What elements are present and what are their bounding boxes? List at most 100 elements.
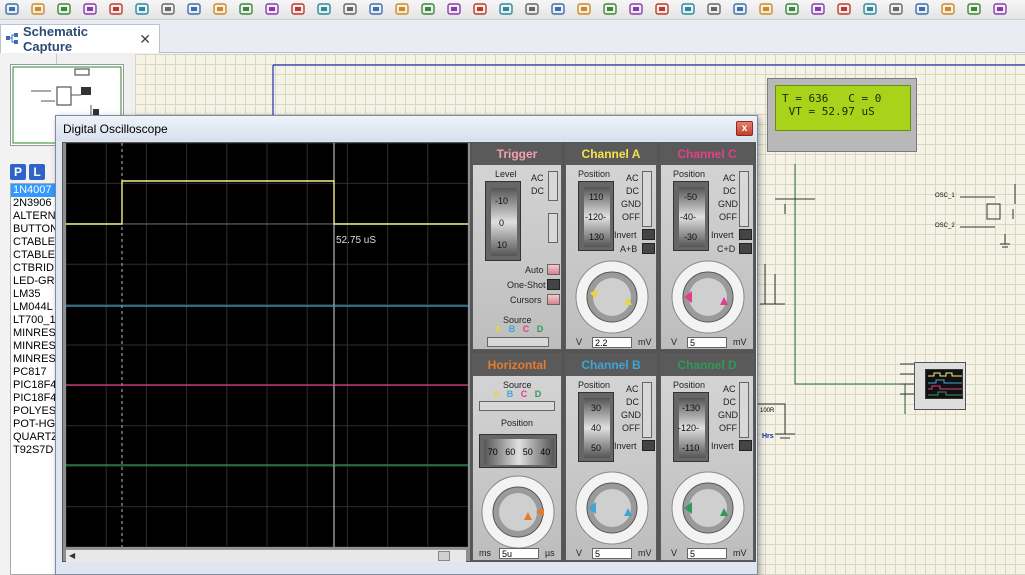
channel-a-coupling-switch[interactable]	[642, 171, 652, 227]
make-device-icon[interactable]	[784, 1, 800, 17]
copy-icon[interactable]	[602, 1, 618, 17]
device-list-item[interactable]: LT700_1	[11, 314, 56, 327]
pan-icon[interactable]	[394, 1, 410, 17]
device-list-item[interactable]: POT-HG	[11, 418, 56, 431]
channel-b-volts-knob[interactable]	[570, 466, 654, 546]
device-list-item[interactable]: PC817	[11, 366, 56, 379]
device-list-item[interactable]: 1N4007	[11, 184, 56, 197]
channel-c-combine-button[interactable]	[739, 243, 752, 254]
exit-icon[interactable]	[992, 1, 1008, 17]
device-list-item[interactable]: CTBRID	[11, 262, 56, 275]
gerber-icon[interactable]	[264, 1, 280, 17]
library-manager-button[interactable]: L	[29, 164, 45, 180]
horizontal-position-wheel[interactable]: 70 60 50 40	[479, 434, 557, 468]
channel-a-volts-knob[interactable]	[570, 255, 654, 335]
device-list-item[interactable]: LM35	[11, 288, 56, 301]
origin-icon[interactable]	[368, 1, 384, 17]
device-list-item[interactable]: T92S7D	[11, 444, 56, 457]
decompose-icon[interactable]	[836, 1, 852, 17]
component-icon[interactable]	[108, 1, 124, 17]
channel-c-position-wheel[interactable]: -50 -40- -30	[673, 181, 709, 251]
open-icon[interactable]	[4, 1, 20, 17]
device-list-item[interactable]: MINRES	[11, 353, 56, 366]
device-list-item[interactable]: CTABLE	[11, 249, 56, 262]
tab-schematic-capture[interactable]: Schematic Capture ✕	[0, 24, 160, 54]
horizontal-scrollbar[interactable]: ◀	[66, 549, 466, 562]
source-a[interactable]: A	[495, 324, 501, 334]
wire-icon[interactable]	[862, 1, 878, 17]
pick-icon[interactable]	[758, 1, 774, 17]
chip-icon[interactable]	[134, 1, 150, 17]
device-list-item[interactable]: MINRES	[11, 340, 56, 353]
channel-a-combine-button[interactable]	[642, 243, 655, 254]
new-sheet-icon[interactable]	[940, 1, 956, 17]
channel-b-coupling-switch[interactable]	[642, 382, 652, 438]
channel-a-position-wheel[interactable]: 110 -120- 130	[578, 181, 614, 251]
remove-sheet-icon[interactable]	[966, 1, 982, 17]
channel-b-invert-button[interactable]	[642, 440, 655, 451]
device-list[interactable]: 1N4007 2N3906 ALTERN BUTTON CTABLE CTABLE CTBR…	[10, 183, 57, 575]
home-icon[interactable]	[82, 1, 98, 17]
page-icon[interactable]	[186, 1, 202, 17]
redo-icon[interactable]	[550, 1, 566, 17]
channel-c-invert-button[interactable]	[739, 229, 752, 240]
device-list-item[interactable]: ALTERN	[11, 210, 56, 223]
oscilloscope-titlebar[interactable]: Digital Oscilloscope	[56, 116, 757, 141]
channel-c-coupling-switch[interactable]	[739, 171, 749, 227]
device-list-item[interactable]: LM044L	[11, 301, 56, 314]
source-d[interactable]: D	[535, 389, 542, 399]
paste-icon[interactable]	[628, 1, 644, 17]
device-list-item[interactable]: POLYES	[11, 405, 56, 418]
source-d[interactable]: D	[537, 324, 544, 334]
channel-c-volts-knob[interactable]	[666, 255, 750, 335]
close-icon[interactable]: ✕	[139, 31, 151, 48]
save-icon[interactable]	[30, 1, 46, 17]
trigger-source-slider[interactable]	[487, 337, 549, 347]
device-list-item[interactable]: PIC18F4	[11, 392, 56, 405]
device-list-item[interactable]: 2N3906	[11, 197, 56, 210]
device-list-item[interactable]: PIC18F4	[11, 379, 56, 392]
source-b[interactable]: B	[507, 389, 514, 399]
block-move-icon[interactable]	[680, 1, 696, 17]
block-rotate-icon[interactable]	[706, 1, 722, 17]
dollar-icon[interactable]	[238, 1, 254, 17]
block-delete-icon[interactable]	[732, 1, 748, 17]
scroll-left-icon[interactable]: ◀	[69, 551, 75, 560]
trigger-coupling-switch[interactable]	[548, 171, 558, 201]
source-c[interactable]: C	[523, 324, 530, 334]
help-icon[interactable]	[290, 1, 306, 17]
zoom-all-icon[interactable]	[472, 1, 488, 17]
grid-icon[interactable]	[342, 1, 358, 17]
refresh-icon[interactable]	[316, 1, 332, 17]
device-list-item[interactable]: QUARTZ	[11, 431, 56, 444]
source-b[interactable]: B	[509, 324, 516, 334]
zoom-area-icon[interactable]	[498, 1, 514, 17]
channel-d-coupling-switch[interactable]	[739, 382, 749, 438]
channel-d-volts-knob[interactable]	[666, 466, 750, 546]
zoom-out-icon[interactable]	[446, 1, 462, 17]
level-wheel[interactable]: -10 0 10	[485, 181, 521, 261]
package-icon[interactable]	[810, 1, 826, 17]
oscilloscope-component[interactable]	[914, 362, 966, 410]
undo-icon[interactable]	[524, 1, 540, 17]
block-copy-icon[interactable]	[654, 1, 670, 17]
scroll-thumb[interactable]	[438, 551, 450, 561]
search-icon[interactable]	[888, 1, 904, 17]
cut-icon[interactable]	[576, 1, 592, 17]
zoom-in-icon[interactable]	[420, 1, 436, 17]
source-a[interactable]: A	[493, 389, 499, 399]
device-list-item[interactable]: MINRES	[11, 327, 56, 340]
trigger-edge-switch[interactable]	[548, 213, 558, 243]
auto-button[interactable]	[547, 264, 560, 275]
horizontal-time-knob[interactable]	[476, 470, 560, 550]
property-icon[interactable]	[914, 1, 930, 17]
channel-d-position-wheel[interactable]: -130 -120- -110	[673, 392, 709, 462]
close-button[interactable]: x	[736, 121, 753, 136]
cursors-button[interactable]	[547, 294, 560, 305]
channel-a-invert-button[interactable]	[642, 229, 655, 240]
source-c[interactable]: C	[521, 389, 528, 399]
device-list-item[interactable]: LED-GR	[11, 275, 56, 288]
back-icon[interactable]	[160, 1, 176, 17]
channel-b-position-wheel[interactable]: 30 40 50	[578, 392, 614, 462]
device-list-item[interactable]: CTABLE	[11, 236, 56, 249]
